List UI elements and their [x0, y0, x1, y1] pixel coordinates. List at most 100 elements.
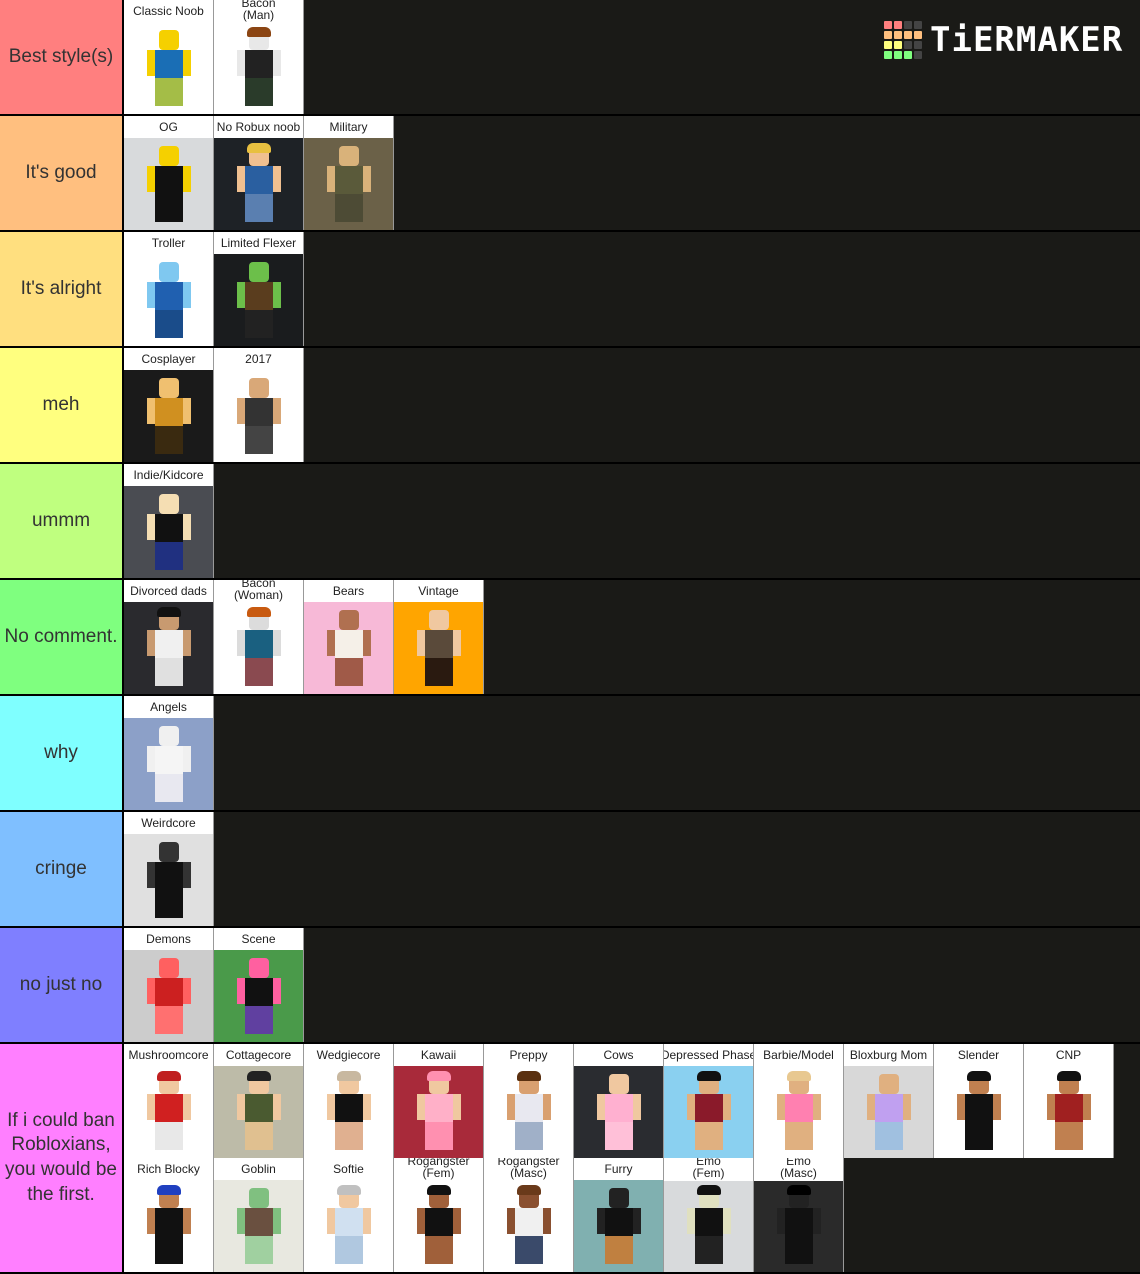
avatar-legs: [244, 1006, 273, 1034]
avatar-arm-r: [181, 514, 191, 540]
tier-item-card[interactable]: Cottagecore: [214, 1044, 304, 1158]
tier-item-label: Bacon (Woman): [233, 580, 284, 602]
tier-item-card[interactable]: Limited Flexer: [214, 232, 304, 346]
tier-item-label: Furry: [604, 1162, 633, 1176]
tier-item-card[interactable]: Cows: [574, 1044, 664, 1158]
tier-item-card[interactable]: Bacon (Man): [214, 0, 304, 114]
avatar-figure-icon: [236, 378, 281, 456]
avatar-figure-icon: [596, 1188, 641, 1266]
avatar-arm-r: [721, 1094, 731, 1120]
logo-square: [894, 31, 902, 39]
tier-item-card[interactable]: Bears: [304, 580, 394, 694]
logo-square: [894, 21, 902, 29]
tier-label[interactable]: Best style(s): [0, 0, 124, 114]
tier-items: Weirdcore: [124, 812, 1140, 926]
avatar-torso: [424, 630, 453, 658]
tier-label[interactable]: It's good: [0, 116, 124, 230]
tier-label[interactable]: ummm: [0, 464, 124, 578]
tier-item-label: Mushroomcore: [128, 1048, 209, 1062]
avatar-legs: [244, 426, 273, 454]
avatar-arm-r: [451, 1094, 461, 1120]
avatar-image: [124, 718, 213, 810]
tier-label[interactable]: No comment.: [0, 580, 124, 694]
tier-item-card[interactable]: Scene: [214, 928, 304, 1042]
avatar-image: [304, 1180, 393, 1272]
tier-item-card[interactable]: Military: [304, 116, 394, 230]
avatar-image: [124, 254, 213, 346]
tier-item-card[interactable]: Troller: [124, 232, 214, 346]
tier-item-card[interactable]: OG: [124, 116, 214, 230]
avatar-head: [608, 1074, 629, 1094]
avatar-image: [124, 1180, 213, 1272]
tier-item-card[interactable]: Goblin: [214, 1158, 304, 1272]
tier-item-card[interactable]: CNP: [1024, 1044, 1114, 1158]
tier-item-card[interactable]: Mushroomcore: [124, 1044, 214, 1158]
tier-item-card[interactable]: Rogangster (Masc): [484, 1158, 574, 1272]
tier-item-card[interactable]: Indie/Kidcore: [124, 464, 214, 578]
tier-item-card[interactable]: Demons: [124, 928, 214, 1042]
tier-item-card[interactable]: Bloxburg Mom: [844, 1044, 934, 1158]
tier-item-card[interactable]: Emo (Masc): [754, 1158, 844, 1272]
tier-item-card[interactable]: Barbie/Model: [754, 1044, 844, 1158]
avatar-legs: [334, 1236, 363, 1264]
tier-item-label: Cosplayer: [141, 352, 196, 366]
tier-label[interactable]: cringe: [0, 812, 124, 926]
avatar-legs: [154, 78, 183, 106]
tier-item-card[interactable]: Depressed Phase: [664, 1044, 754, 1158]
avatar-arm-r: [361, 1094, 371, 1120]
tier-row: cringe Weirdcore: [0, 812, 1140, 928]
avatar-arm-r: [451, 1208, 461, 1234]
avatar-image: [1024, 1066, 1113, 1158]
tier-item-card[interactable]: Preppy: [484, 1044, 574, 1158]
tier-item-card[interactable]: Wedgiecore: [304, 1044, 394, 1158]
tier-label[interactable]: It's alright: [0, 232, 124, 346]
tier-item-card[interactable]: Angels: [124, 696, 214, 810]
avatar-torso: [244, 282, 273, 310]
avatar-arm-r: [631, 1208, 641, 1234]
avatar-image: [124, 602, 213, 694]
tier-item-card[interactable]: 2017: [214, 348, 304, 462]
avatar-image: [754, 1181, 843, 1272]
tier-item-card[interactable]: Emo (Fem): [664, 1158, 754, 1272]
tier-item-card[interactable]: Bacon (Woman): [214, 580, 304, 694]
tier-label[interactable]: If i could ban Robloxians, you would be …: [0, 1044, 124, 1272]
tier-row: no just no Demons Scene: [0, 928, 1140, 1044]
tier-row: It's good OG No Robux noob Military: [0, 116, 1140, 232]
logo-text: TiERMAKER: [930, 20, 1124, 60]
avatar-torso: [244, 1208, 273, 1236]
tier-item-label: Bloxburg Mom: [849, 1048, 928, 1062]
avatar-image: [124, 950, 213, 1042]
tier-item-card[interactable]: Furry: [574, 1158, 664, 1272]
tier-item-label: Scene: [241, 932, 276, 946]
avatar-figure-icon: [956, 1071, 1001, 1152]
tier-item-label: Bacon (Man): [241, 0, 276, 22]
logo-square: [884, 51, 892, 59]
avatar-image: [754, 1066, 843, 1158]
tier-item-label: Rogangster (Masc): [497, 1158, 560, 1180]
tier-item-card[interactable]: Rogangster (Fem): [394, 1158, 484, 1272]
tier-item-card[interactable]: Slender: [934, 1044, 1024, 1158]
tier-item-label: Demons: [146, 932, 191, 946]
tier-item-card[interactable]: Weirdcore: [124, 812, 214, 926]
avatar-torso: [154, 978, 183, 1006]
tier-row: If i could ban Robloxians, you would be …: [0, 1044, 1140, 1274]
tier-label[interactable]: no just no: [0, 928, 124, 1042]
logo-square: [914, 51, 922, 59]
avatar-arm-r: [991, 1094, 1001, 1120]
avatar-image: [394, 1066, 483, 1158]
tier-label[interactable]: why: [0, 696, 124, 810]
avatar-hair: [336, 1071, 361, 1081]
tier-item-card[interactable]: Rich Blocky: [124, 1158, 214, 1272]
avatar-torso: [154, 630, 183, 658]
avatar-torso: [154, 1094, 183, 1122]
avatar-torso: [784, 1094, 813, 1122]
tier-item-card[interactable]: Divorced dads: [124, 580, 214, 694]
tier-item-card[interactable]: Softie: [304, 1158, 394, 1272]
tier-item-card[interactable]: Vintage: [394, 580, 484, 694]
tier-label[interactable]: meh: [0, 348, 124, 462]
tier-item-card[interactable]: No Robux noob: [214, 116, 304, 230]
tier-item-card[interactable]: Cosplayer: [124, 348, 214, 462]
tier-item-card[interactable]: Kawaii: [394, 1044, 484, 1158]
tier-item-card[interactable]: Classic Noob: [124, 0, 214, 114]
avatar-figure-icon: [866, 1074, 911, 1152]
